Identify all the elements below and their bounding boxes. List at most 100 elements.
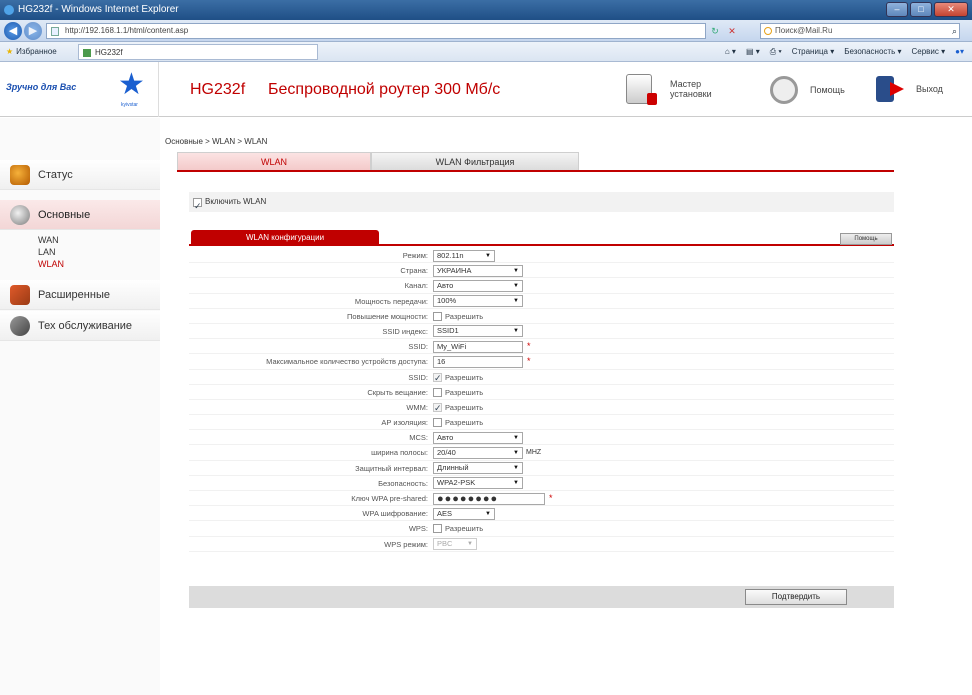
ssid-index-label: SSID индекс: [382, 326, 428, 336]
form-row-tx-power: Мощность передачи: 100% ▼ [189, 294, 894, 309]
tab-wlan-filter[interactable]: WLAN Фильтрация [371, 152, 579, 170]
ap-isolation-label: AP изоляция: [381, 418, 428, 428]
wmm-label: WMM: [406, 402, 428, 412]
tab-bar: WLAN WLAN Фильтрация [177, 152, 579, 170]
status-icon [10, 165, 30, 185]
sidebar-item-advanced[interactable]: Расширенные [0, 280, 160, 310]
home-icon[interactable]: ⌂ ▾ [725, 42, 736, 62]
exit-button[interactable]: Выход [876, 76, 943, 102]
channel-select[interactable]: Авто ▼ [433, 279, 523, 292]
logo-slogan: Зручно для Вас [6, 82, 77, 92]
form-row-wmm: WMM: Разрешить [189, 400, 894, 416]
submenu-wan[interactable]: WAN [38, 234, 64, 246]
form-row-channel: Канал: Авто ▼ [189, 278, 894, 294]
sidebar-item-label: Основные [38, 208, 91, 221]
form-row-ssid-enable: SSID: Разрешить [189, 370, 894, 386]
help-button[interactable]: Помощь [770, 76, 845, 104]
form-row-hide-broadcast: Скрыть вещание: Разрешить [189, 385, 894, 400]
ap-isolation-checkbox[interactable] [433, 418, 442, 428]
sidebar-item-status[interactable]: Статус [0, 160, 160, 190]
mcs-select[interactable]: Авто ▼ [433, 431, 523, 444]
stop-icon[interactable]: ✕ [725, 23, 739, 39]
forward-icon[interactable]: ▶ [24, 22, 42, 40]
chevron-down-icon: ▼ [513, 282, 519, 289]
help-icon [770, 76, 798, 104]
sidebar-item-basic[interactable]: Основные [0, 200, 160, 230]
power-boost-checkbox[interactable] [433, 311, 442, 321]
chevron-down-icon: ▼ [485, 510, 491, 517]
logo-brand: kyivstar [121, 102, 138, 108]
print-icon[interactable]: ⎙ ▾ [770, 42, 782, 62]
chevron-down-icon: ▼ [513, 465, 519, 472]
mode-label: Режим: [402, 251, 428, 260]
refresh-icon[interactable]: ↻ [708, 23, 722, 39]
tx-power-select[interactable]: 100% ▼ [433, 295, 523, 308]
star-icon: ★ [6, 47, 14, 56]
form-row-wpa-encryption: WPA шифрование: AES ▼ [189, 506, 894, 522]
back-icon[interactable]: ◀ [4, 22, 22, 40]
minimize-button[interactable]: – [886, 2, 908, 17]
config-help-button[interactable]: Помощь [840, 233, 892, 245]
chevron-down-icon: ▼ [513, 267, 519, 274]
command-security[interactable]: Безопасность ▾ [844, 42, 901, 62]
tab-wlan[interactable]: WLAN [177, 152, 371, 170]
advanced-icon [10, 285, 30, 305]
bandwidth-select[interactable]: 20/40 ▼ [433, 446, 523, 459]
chevron-down-icon: ▼ [513, 434, 519, 441]
browser-tab[interactable]: HG232f [78, 44, 318, 60]
wizard-label: Мастер установки [670, 79, 712, 99]
sidebar-item-label: Статус [38, 168, 73, 181]
tx-power-value: 100% [437, 296, 457, 306]
wps-checkbox[interactable] [433, 524, 442, 534]
submenu-lan[interactable]: LAN [38, 246, 64, 258]
form-row-wpa-psk: Ключ WPA pre-shared: ●●●●●●●● * [189, 491, 894, 507]
tx-power-label: Мощность передачи: [354, 296, 428, 306]
ssid-index-select[interactable]: SSID1 ▼ [433, 325, 523, 338]
form-footer: Подтвердить [189, 586, 894, 608]
search-icon[interactable]: ⌕ [952, 24, 957, 38]
setup-wizard-button[interactable]: Мастер установки [626, 74, 730, 105]
maximize-button[interactable]: □ [910, 2, 932, 17]
hide-broadcast-checkbox[interactable] [433, 387, 442, 397]
search-input[interactable]: Поиск@Mail.Ru ⌕ [760, 23, 960, 39]
page-header: Зручно для Вас ★ kyivstar HG232f Беспров… [0, 62, 972, 117]
help-menu-icon[interactable]: ●▾ [955, 42, 964, 62]
wpa-encryption-select[interactable]: AES ▼ [433, 507, 495, 520]
close-button[interactable]: ✕ [934, 2, 968, 17]
chevron-down-icon: ▼ [513, 480, 519, 487]
mode-select[interactable]: 802.11n ▼ [433, 249, 495, 262]
wps-mode-value: PBC [437, 539, 453, 549]
wmm-checkbox[interactable] [433, 401, 442, 416]
enable-wlan-checkbox[interactable] [193, 196, 202, 216]
ssid-enable-label: SSID: [408, 372, 428, 382]
ssid-input[interactable]: My_WiFi [433, 340, 523, 353]
submenu-wlan[interactable]: WLAN [38, 258, 64, 270]
favorites-button[interactable]: ★ Избранное [6, 42, 57, 62]
address-bar[interactable]: http://192.168.1.1/html/content.asp [46, 23, 706, 39]
max-devices-label: Максимальное количество устройств доступ… [266, 357, 428, 367]
command-page[interactable]: Страница ▾ [792, 42, 835, 62]
max-devices-input[interactable]: 16 [433, 355, 523, 368]
security-select[interactable]: WPA2-PSK ▼ [433, 477, 523, 490]
security-label: Безопасность: [378, 478, 428, 488]
submit-button[interactable]: Подтвердить [745, 589, 847, 605]
wps-label: WPS: [408, 524, 428, 534]
wpa-psk-input[interactable]: ●●●●●●●● [433, 492, 545, 505]
wps-mode-label: WPS режим: [384, 539, 428, 549]
sidebar-item-maintenance[interactable]: Тех обслуживание [0, 311, 160, 341]
form-row-ap-isolation: AP изоляция: Разрешить [189, 415, 894, 431]
ssid-enable-checkbox[interactable] [433, 371, 442, 386]
country-select[interactable]: УКРАИНА ▼ [433, 264, 523, 277]
guard-interval-select[interactable]: Длинный ▼ [433, 462, 523, 475]
form-row-max-devices: Максимальное количество устройств доступ… [189, 354, 894, 370]
form-row-security: Безопасность: WPA2-PSK ▼ [189, 476, 894, 491]
address-url: http://192.168.1.1/html/content.asp [65, 26, 189, 35]
window-title: HG232f - Windows Internet Explorer [18, 4, 179, 15]
wps-mode-select[interactable]: PBC ▼ [433, 538, 477, 551]
tab-favicon-icon [83, 49, 91, 57]
country-label: Страна: [400, 266, 428, 276]
chevron-down-icon: ▼ [513, 328, 519, 335]
command-tools[interactable]: Сервис ▾ [912, 42, 946, 62]
sidebar-submenu: WAN LAN WLAN [38, 234, 64, 270]
feeds-icon[interactable]: ▤ ▾ [746, 42, 760, 62]
